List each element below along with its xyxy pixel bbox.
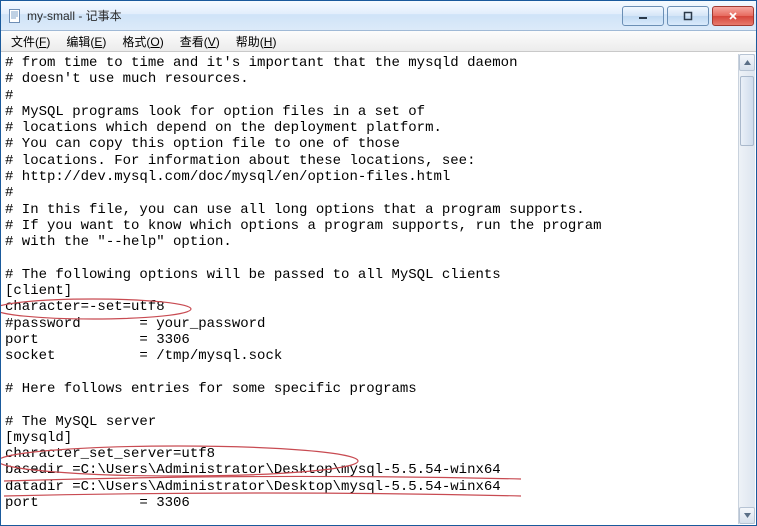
menu-edit[interactable]: 编辑(E) [58, 31, 114, 52]
notepad-window: my-small - 记事本 文件(F) 编辑(E) 格式(O) 查看(V) 帮… [0, 0, 757, 526]
client-area: # from time to time and it's important t… [1, 52, 756, 525]
menu-format[interactable]: 格式(O) [114, 31, 171, 52]
window-title: my-small - 记事本 [27, 7, 619, 24]
text-content[interactable]: # from time to time and it's important t… [5, 55, 736, 523]
menu-view[interactable]: 查看(V) [172, 31, 228, 52]
scroll-thumb[interactable] [740, 76, 754, 146]
scroll-down-button[interactable] [739, 507, 755, 524]
menubar: 文件(F) 编辑(E) 格式(O) 查看(V) 帮助(H) [1, 31, 756, 52]
vertical-scrollbar[interactable] [738, 54, 755, 524]
menu-help[interactable]: 帮助(H) [228, 31, 285, 52]
menu-file[interactable]: 文件(F) [3, 31, 58, 52]
notepad-icon [7, 8, 23, 24]
scroll-up-button[interactable] [739, 54, 755, 71]
window-controls [619, 6, 754, 26]
maximize-button[interactable] [667, 6, 709, 26]
titlebar[interactable]: my-small - 记事本 [1, 1, 756, 31]
minimize-button[interactable] [622, 6, 664, 26]
close-button[interactable] [712, 6, 754, 26]
